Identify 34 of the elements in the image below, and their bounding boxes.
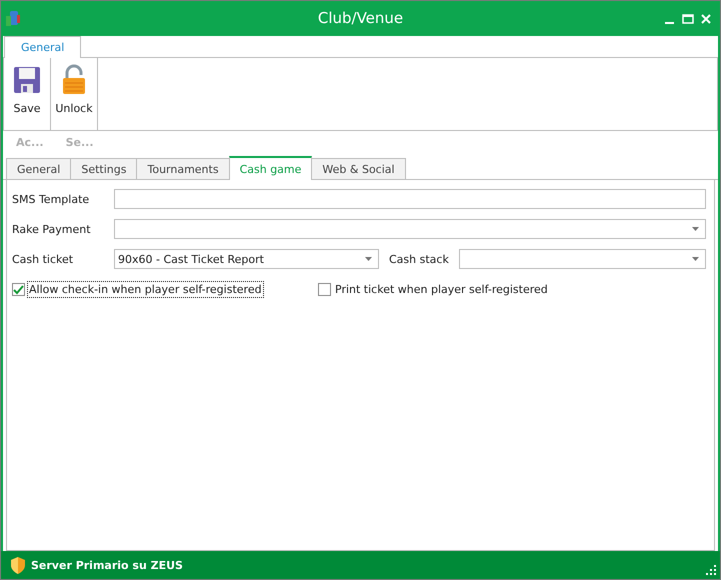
checkbox[interactable] — [318, 282, 331, 296]
tab[interactable]: General — [6, 158, 72, 179]
checkbox-label[interactable]: Print ticket when player self-registered — [334, 282, 549, 296]
ribbon-tab[interactable]: General — [4, 36, 82, 58]
shield-icon — [11, 556, 25, 574]
tab[interactable]: Settings — [70, 158, 138, 179]
checkmark-icon — [13, 284, 24, 294]
status-text: Server Primario su ZEUS — [31, 558, 183, 572]
save-icon — [11, 64, 43, 96]
field-label: Cash stack — [389, 252, 449, 266]
unlock-button[interactable]: Unlock — [51, 58, 98, 130]
caret-icon — [692, 257, 699, 261]
tab[interactable]: Tournaments — [136, 158, 230, 179]
close-icon[interactable] — [700, 12, 712, 24]
group-label: Se... — [66, 136, 94, 148]
save-button[interactable]: Save — [4, 58, 51, 130]
dropdown[interactable] — [114, 219, 706, 239]
checkbox[interactable] — [12, 282, 25, 296]
field-label: SMS Template — [12, 192, 90, 206]
group-label: Ac... — [16, 136, 44, 148]
dropdown[interactable] — [458, 249, 706, 269]
field-label: Cash ticket — [12, 252, 74, 266]
resize-grip-icon — [706, 565, 716, 575]
app-icon — [5, 10, 21, 28]
caret-icon — [365, 257, 372, 261]
tab[interactable]: Web & Social — [311, 158, 406, 179]
input-field[interactable] — [114, 189, 706, 209]
window-title: Club/Venue — [318, 9, 404, 27]
field-label: Rake Payment — [12, 222, 92, 236]
checkbox-label[interactable]: Allow check-in when player self-registered — [28, 282, 263, 296]
maximize-icon[interactable] — [682, 12, 694, 24]
tab[interactable]: Cash game — [228, 156, 312, 180]
caret-icon — [692, 227, 699, 231]
dropdown[interactable]: 90x60 - Cast Ticket Report — [114, 249, 379, 269]
